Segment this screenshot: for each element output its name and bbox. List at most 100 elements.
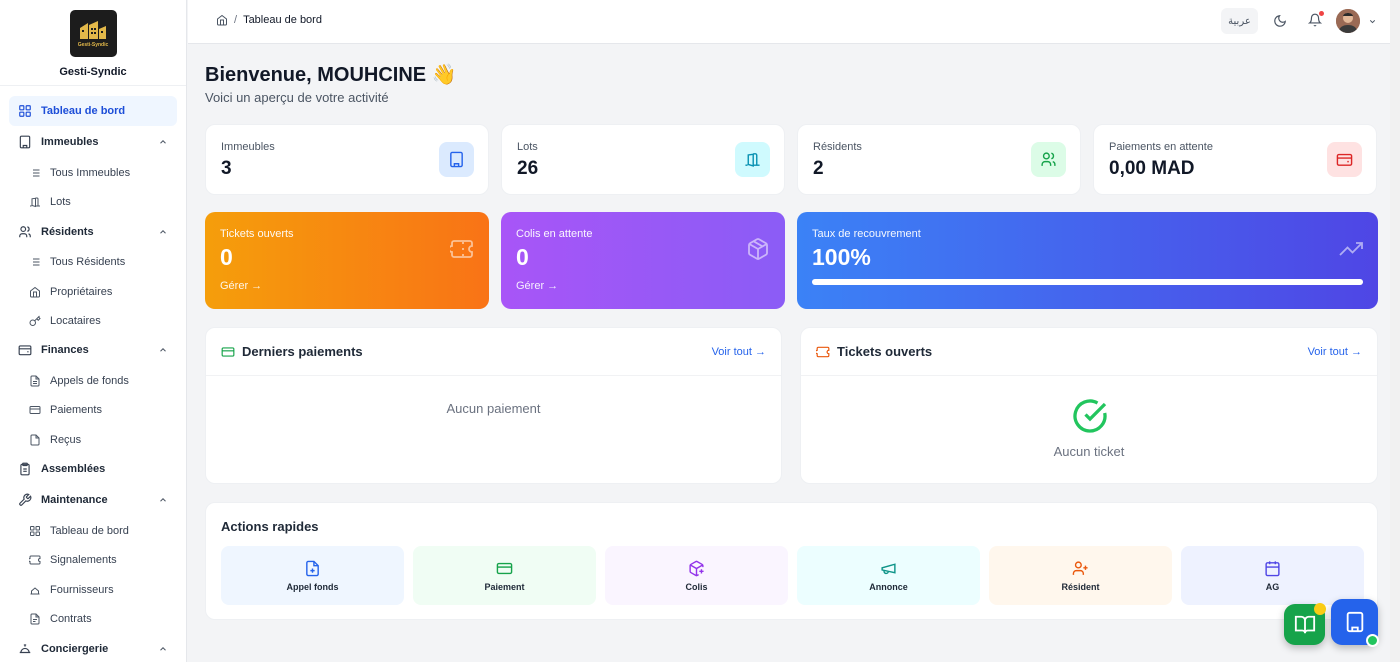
manage-link[interactable]: Gérer → xyxy=(220,280,262,292)
truck-icon xyxy=(30,586,40,595)
calendar-icon xyxy=(1265,560,1280,576)
wallet-icon xyxy=(18,345,32,356)
card-tickets-ouverts[interactable]: Tickets ouverts 0 Gérer → xyxy=(205,212,489,309)
manage-link[interactable]: Gérer → xyxy=(516,280,558,292)
online-status-dot xyxy=(1366,634,1379,647)
ticket-icon xyxy=(29,555,41,565)
moon-icon[interactable] xyxy=(1273,14,1287,28)
sidebar-item-label: Contrats xyxy=(50,612,92,625)
card-label: Taux de recouvrement xyxy=(812,228,921,240)
card-value: 100% xyxy=(812,244,871,270)
sidebar-item-tous-residents[interactable]: Tous Résidents xyxy=(9,248,177,277)
sidebar-item-dashboard[interactable]: Tableau de bord xyxy=(9,96,177,126)
home-icon xyxy=(30,286,40,298)
chevron-up-icon[interactable] xyxy=(158,137,168,147)
sidebar-item-label: Locataires xyxy=(50,314,101,327)
voir-tout-link[interactable]: Voir tout → xyxy=(1308,346,1362,358)
breadcrumb-separator: / xyxy=(234,14,238,26)
chevron-down-icon[interactable] xyxy=(1368,17,1377,26)
card-value: 0 xyxy=(516,244,529,270)
top-header: / Tableau de bord عربية xyxy=(188,0,1400,44)
sidebar-item-lots[interactable]: Lots xyxy=(9,187,177,216)
quick-action-paiement[interactable]: Paiement xyxy=(413,546,596,605)
voir-tout-link[interactable]: Voir tout → xyxy=(712,346,766,358)
stat-card-lots[interactable]: Lots 26 xyxy=(501,124,785,195)
page-subtitle: Voici un aperçu de votre activité xyxy=(205,90,389,105)
sidebar-item-fournisseurs[interactable]: Fournisseurs xyxy=(9,575,177,604)
sidebar-item-label: Lots xyxy=(50,195,71,208)
quick-action-label: Annonce xyxy=(869,581,908,592)
scrollbar[interactable] xyxy=(1390,0,1400,662)
card-label: Colis en attente xyxy=(516,228,593,240)
sidebar-item-assemblees[interactable]: Assemblées xyxy=(9,454,177,484)
quick-action-colis[interactable]: Colis xyxy=(605,546,788,605)
key-icon xyxy=(29,315,41,326)
sidebar-item-recus[interactable]: Reçus xyxy=(9,425,177,454)
stat-icon-box xyxy=(735,142,770,177)
building-icon xyxy=(450,151,463,168)
panel-derniers-paiements: Derniers paiements Voir tout → Aucun pai… xyxy=(205,327,782,484)
sidebar-item-maintenance[interactable]: Maintenance xyxy=(9,485,177,515)
language-button[interactable]: عربية xyxy=(1221,8,1258,34)
sidebar: Gesti-Syndic Gesti-Syndic Tableau de bor… xyxy=(0,0,187,662)
card-taux-recouvrement[interactable]: Taux de recouvrement 100% xyxy=(797,212,1378,309)
sidebar-item-label: Finances xyxy=(41,344,89,357)
stat-icon-box xyxy=(1327,142,1362,177)
home-icon[interactable] xyxy=(216,14,228,26)
avatar[interactable] xyxy=(1336,9,1360,33)
notification-dot xyxy=(1319,11,1324,16)
panel-title: Derniers paiements xyxy=(242,344,363,359)
stat-label: Paiements en attente xyxy=(1109,141,1213,153)
sidebar-item-immeubles[interactable]: Immeubles xyxy=(9,127,177,157)
sidebar-item-contrats[interactable]: Contrats xyxy=(9,604,177,633)
sidebar-item-label: Propriétaires xyxy=(50,285,113,298)
sidebar-item-proprietaires[interactable]: Propriétaires xyxy=(9,277,177,306)
list-icon xyxy=(30,258,40,266)
chevron-up-icon[interactable] xyxy=(158,644,168,654)
sidebar-item-label: Appels de fonds xyxy=(50,375,129,388)
sidebar-item-paiements[interactable]: Paiements xyxy=(9,396,177,425)
sidebar-item-maintenance-dashboard[interactable]: Tableau de bord xyxy=(9,516,177,545)
progress-fill xyxy=(812,279,1363,285)
sidebar-item-label: Maintenance xyxy=(41,494,108,507)
chevron-up-icon[interactable] xyxy=(158,345,168,355)
brand-name: Gesti-Syndic xyxy=(59,66,127,78)
sidebar-item-finances[interactable]: Finances xyxy=(9,335,177,365)
quick-action-annonce[interactable]: Annonce xyxy=(797,546,980,605)
sidebar-item-label: Reçus xyxy=(50,433,82,446)
users-icon xyxy=(1041,152,1056,166)
ticket-icon xyxy=(450,240,473,258)
book-open-icon xyxy=(1294,615,1315,633)
quick-action-appel-fonds[interactable]: Appel fonds xyxy=(221,546,404,605)
sidebar-item-label: Immeubles xyxy=(41,136,99,148)
quick-action-resident[interactable]: Résident xyxy=(989,546,1172,605)
sidebar-item-residents[interactable]: Résidents xyxy=(9,217,177,247)
stat-card-immeubles[interactable]: Immeubles 3 xyxy=(205,124,489,195)
sidebar-item-locataires[interactable]: Locataires xyxy=(9,306,177,335)
sidebar-item-signalements[interactable]: Signalements xyxy=(9,546,177,575)
sidebar-item-label: Paiements xyxy=(50,404,102,417)
quick-actions: Actions rapides Appel fonds Paiement Col… xyxy=(205,502,1378,620)
sidebar-item-appels-de-fonds[interactable]: Appels de fonds xyxy=(9,366,177,395)
card-label: Tickets ouverts xyxy=(220,228,294,240)
card-value: 0 xyxy=(220,244,233,270)
sidebar-item-label: Conciergerie xyxy=(41,642,109,655)
sidebar-item-conciergerie[interactable]: Conciergerie xyxy=(9,634,177,662)
logo[interactable]: Gesti-Syndic xyxy=(69,10,117,57)
sidebar-item-tous-immeubles[interactable]: Tous Immeubles xyxy=(9,158,177,187)
card-colis-attente[interactable]: Colis en attente 0 Gérer → xyxy=(501,212,785,309)
receipt-icon xyxy=(30,434,40,446)
quick-actions-title: Actions rapides xyxy=(221,519,319,534)
quick-action-ag[interactable]: AG xyxy=(1181,546,1364,605)
chevron-up-icon[interactable] xyxy=(158,495,168,505)
quick-action-label: AG xyxy=(1265,581,1280,592)
breadcrumb-current: Tableau de bord xyxy=(243,14,322,26)
page-title: Bienvenue, MOUHCINE 👋 xyxy=(205,64,457,86)
wrench-icon xyxy=(19,493,32,507)
stat-card-residents[interactable]: Résidents 2 xyxy=(797,124,1081,195)
panel-header: Tickets ouverts Voir tout → xyxy=(801,328,1377,376)
door-icon xyxy=(30,197,40,208)
stat-card-paiements-attente[interactable]: Paiements en attente 0,00 MAD xyxy=(1093,124,1377,195)
chevron-up-icon[interactable] xyxy=(158,227,168,237)
stat-label: Immeubles xyxy=(221,141,275,153)
